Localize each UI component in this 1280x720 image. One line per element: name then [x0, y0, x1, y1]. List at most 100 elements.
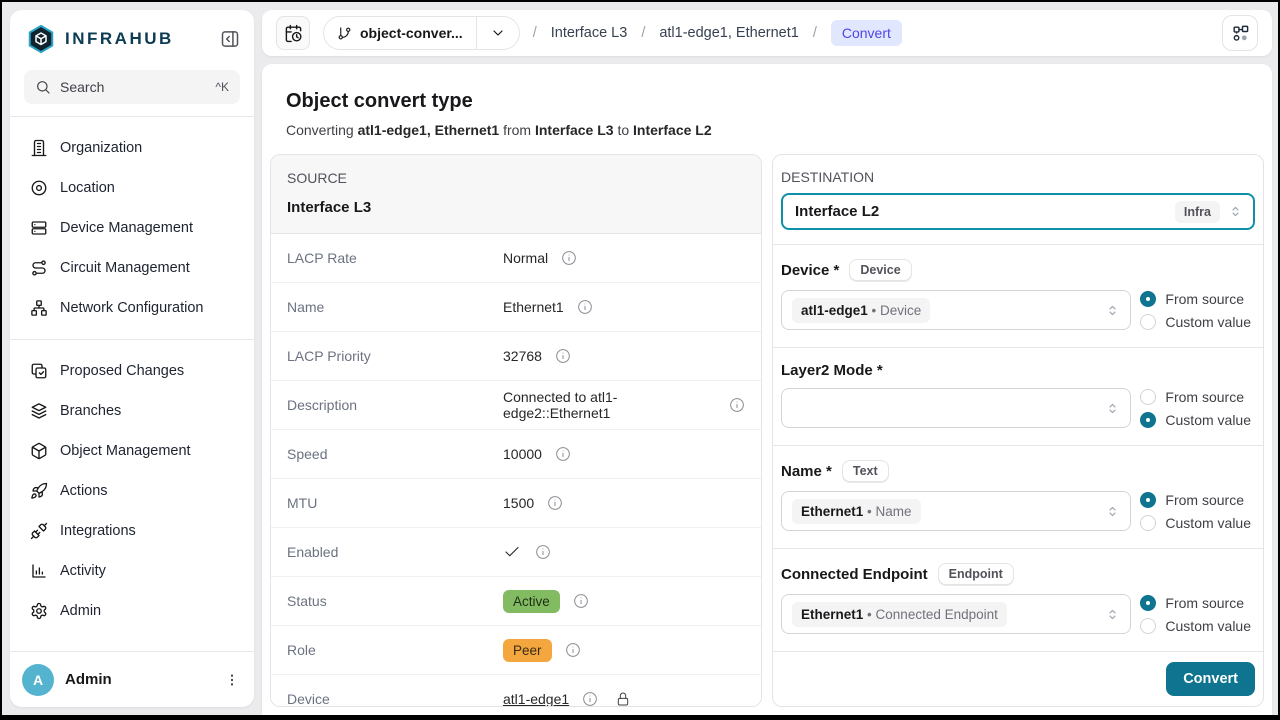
radio-dot	[1140, 412, 1156, 428]
kebab-menu-icon[interactable]	[224, 672, 240, 688]
name-select[interactable]: Ethernet1 • Name	[781, 491, 1131, 531]
source-mode-radio-group: From source Custom value	[1140, 291, 1255, 330]
radio-from-source[interactable]: From source	[1140, 492, 1251, 508]
source-mode-radio-group: From source Custom value	[1140, 595, 1255, 634]
status-badge: Active	[503, 590, 560, 613]
sidebar-item-organization[interactable]: Organization	[18, 130, 246, 166]
sidebar-item-integrations[interactable]: Integrations	[18, 513, 246, 549]
sidebar-item-actions[interactable]: Actions	[18, 473, 246, 509]
breadcrumb-item-object[interactable]: atl1-edge1, Ethernet1	[659, 25, 798, 41]
radio-custom-value[interactable]: Custom value	[1140, 618, 1251, 634]
field-label: LACP Rate	[287, 250, 503, 266]
connected-endpoint-select[interactable]: Ethernet1 • Connected Endpoint	[781, 594, 1131, 634]
radio-dot	[1140, 618, 1156, 634]
schema-button[interactable]	[1222, 15, 1258, 51]
table-row: Speed 10000	[271, 430, 761, 479]
select-spinner-icon	[1105, 303, 1120, 318]
avatar[interactable]: A	[22, 664, 54, 696]
chevron-down-icon[interactable]	[477, 25, 519, 41]
search-input[interactable]: Search ^K	[24, 70, 240, 104]
field-value: Connected to atl1-edge2::Ethernet1	[503, 389, 716, 421]
select-spinner-icon	[1105, 401, 1120, 416]
field-kind-badge: Text	[842, 460, 889, 482]
calendar-clock-button[interactable]	[276, 16, 310, 50]
sidebar-item-branches[interactable]: Branches	[18, 393, 246, 429]
info-icon[interactable]	[555, 446, 571, 462]
info-icon[interactable]	[577, 299, 593, 315]
info-icon[interactable]	[561, 250, 577, 266]
source-mode-radio-group: From source Custom value	[1140, 389, 1255, 428]
sidebar-item-label: Organization	[60, 140, 142, 156]
field-section-device: Device * Device atl1-edge1 • Device From…	[773, 244, 1263, 347]
radio-dot	[1140, 515, 1156, 531]
route-icon	[30, 259, 48, 277]
sidebar-item-device-management[interactable]: Device Management	[18, 210, 246, 246]
sidebar-item-object-management[interactable]: Object Management	[18, 433, 246, 469]
breadcrumb-separator: /	[641, 25, 645, 41]
topbar: object-conver... / Interface L3 / atl1-e…	[262, 10, 1272, 56]
radio-from-source[interactable]: From source	[1140, 291, 1251, 307]
layer2-mode-select[interactable]	[781, 388, 1131, 428]
source-panel: SOURCE Interface L3 LACP Rate Normal Nam…	[270, 154, 762, 707]
device-select[interactable]: atl1-edge1 • Device	[781, 290, 1131, 330]
info-icon[interactable]	[582, 691, 598, 707]
app-root: INFRAHUB Search ^K Organization Location	[2, 2, 1278, 715]
sidebar-item-proposed-changes[interactable]: Proposed Changes	[18, 353, 246, 389]
sidebar-item-label: Location	[60, 180, 115, 196]
info-icon[interactable]	[547, 495, 563, 511]
info-icon[interactable]	[535, 544, 551, 560]
radio-custom-value[interactable]: Custom value	[1140, 412, 1251, 428]
field-section-name: Name * Text Ethernet1 • Name From source…	[773, 445, 1263, 548]
breadcrumb-item-convert[interactable]: Convert	[831, 20, 902, 46]
table-row: LACP Priority 32768	[271, 332, 761, 381]
sidebar-item-circuit-management[interactable]: Circuit Management	[18, 250, 246, 286]
radio-dot	[1140, 595, 1156, 611]
field-value: Ethernet1	[503, 299, 564, 315]
radio-from-source[interactable]: From source	[1140, 595, 1251, 611]
sidebar-item-label: Actions	[60, 483, 108, 499]
sidebar-item-admin[interactable]: Admin	[18, 593, 246, 629]
device-link[interactable]: atl1-edge1	[503, 691, 569, 707]
sidebar-collapse-icon[interactable]	[220, 29, 240, 49]
table-row: Description Connected to atl1-edge2::Eth…	[271, 381, 761, 430]
sidebar-item-activity[interactable]: Activity	[18, 553, 246, 589]
convert-button[interactable]: Convert	[1166, 662, 1255, 696]
radio-dot	[1140, 314, 1156, 330]
radio-custom-value[interactable]: Custom value	[1140, 314, 1251, 330]
sidebar-item-label: Admin	[60, 603, 101, 619]
info-icon[interactable]	[565, 642, 581, 658]
select-spinner-icon	[1105, 607, 1120, 622]
sidebar-item-label: Activity	[60, 563, 106, 579]
radio-custom-value[interactable]: Custom value	[1140, 515, 1251, 531]
search-icon	[35, 79, 51, 95]
field-kind-badge: Device	[849, 259, 911, 281]
sidebar-item-label: Integrations	[60, 523, 136, 539]
field-label: Name	[287, 299, 503, 315]
info-icon[interactable]	[573, 593, 589, 609]
destination-type-select[interactable]: Interface L2 Infra	[781, 193, 1255, 230]
field-label: Status	[287, 593, 503, 609]
infrahub-logo-icon[interactable]	[26, 24, 56, 54]
branch-selector[interactable]: object-conver...	[323, 16, 520, 50]
info-icon[interactable]	[555, 348, 571, 364]
radio-from-source[interactable]: From source	[1140, 389, 1251, 405]
main-content: Object convert type Converting atl1-edge…	[262, 64, 1272, 715]
sidebar-item-network-configuration[interactable]: Network Configuration	[18, 290, 246, 326]
breadcrumb-separator: /	[813, 25, 817, 41]
layers-icon	[30, 402, 48, 420]
field-section-connected-endpoint: Connected Endpoint Endpoint Ethernet1 • …	[773, 548, 1263, 651]
field-value: 1500	[503, 495, 534, 511]
source-type: Interface L3	[287, 199, 745, 216]
table-row: Enabled	[271, 528, 761, 577]
search-placeholder: Search	[60, 79, 104, 95]
field-label: Connected Endpoint	[781, 566, 928, 583]
select-spinner-icon	[1228, 204, 1243, 219]
page-title: Object convert type	[286, 90, 1248, 113]
table-row: Role Peer	[271, 626, 761, 675]
sidebar-item-location[interactable]: Location	[18, 170, 246, 206]
namespace-badge: Infra	[1175, 201, 1220, 223]
breadcrumb-item-interface-l3[interactable]: Interface L3	[551, 25, 628, 41]
gear-icon	[30, 602, 48, 620]
info-icon[interactable]	[729, 397, 745, 413]
destination-type-value: Interface L2	[795, 203, 879, 220]
